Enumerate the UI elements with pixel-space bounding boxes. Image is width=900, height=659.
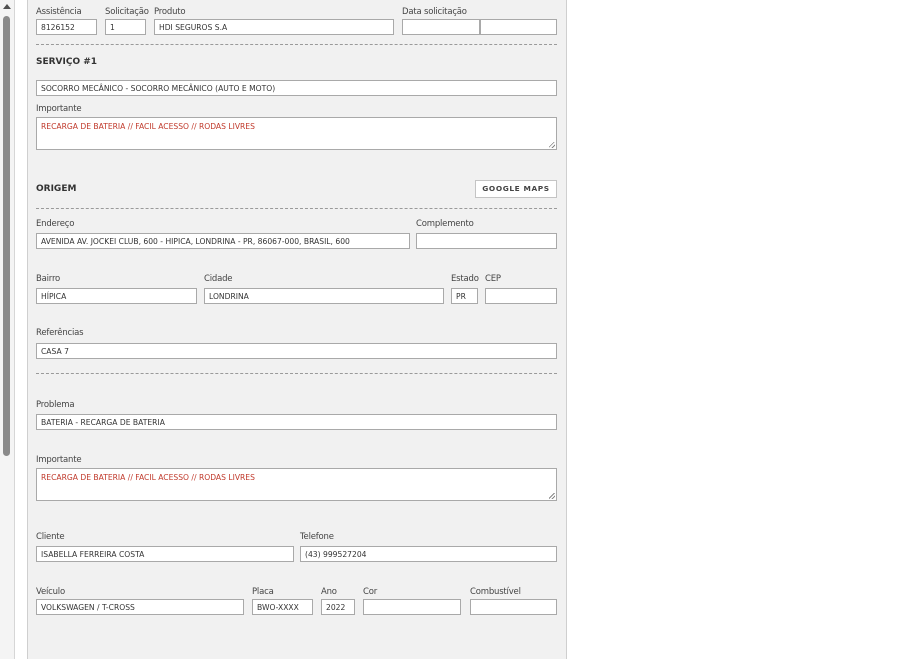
solicitacao-label: Solicitação (105, 7, 149, 17)
assistencia-label: Assistência (36, 7, 82, 17)
solicitacao-field[interactable]: 1 (105, 19, 146, 35)
veiculo-field[interactable]: VOLKSWAGEN / T-CROSS (36, 599, 244, 615)
data-solicitacao-time-field[interactable] (480, 19, 557, 35)
scroll-thumb[interactable] (3, 16, 10, 456)
produto-label: Produto (154, 7, 186, 17)
cep-label: CEP (485, 274, 501, 284)
data-solicitacao-date-field[interactable] (402, 19, 480, 35)
problema-importante-text: RECARGA DE BATERIA // FACIL ACESSO // RO… (41, 473, 255, 482)
endereco-field[interactable]: AVENIDA AV. JOCKEI CLUB, 600 - HIPICA, L… (36, 233, 410, 249)
telefone-field[interactable]: (43) 999527204 (300, 546, 557, 562)
combustivel-label: Combustível (470, 587, 521, 597)
cliente-field[interactable]: ISABELLA FERREIRA COSTA (36, 546, 294, 562)
servico-importante-text: RECARGA DE BATERIA // FACIL ACESSO // RO… (41, 122, 255, 131)
section-divider (36, 373, 557, 374)
servico-title: SERVIÇO #1 (36, 57, 98, 67)
cor-label: Cor (363, 587, 378, 597)
problema-importante-label: Importante (36, 455, 82, 465)
data-solicitacao-label: Data solicitação (402, 7, 467, 17)
referencias-field[interactable]: CASA 7 (36, 343, 557, 359)
ano-label: Ano (321, 587, 337, 597)
section-divider (36, 208, 557, 209)
google-maps-button[interactable]: GOOGLE MAPS (475, 180, 557, 198)
endereco-label: Endereço (36, 219, 75, 229)
cliente-label: Cliente (36, 532, 65, 542)
veiculo-label: Veículo (36, 587, 65, 597)
section-divider (36, 44, 557, 45)
bairro-label: Bairro (36, 274, 61, 284)
complemento-label: Complemento (416, 219, 474, 229)
servico-description-field[interactable]: SOCORRO MECÂNICO - SOCORRO MECÂNICO (AUT… (36, 80, 557, 96)
ano-field[interactable]: 2022 (321, 599, 355, 615)
scroll-up-arrow-icon[interactable] (3, 4, 11, 9)
cidade-label: Cidade (204, 274, 233, 284)
problema-importante-textarea[interactable]: RECARGA DE BATERIA // FACIL ACESSO // RO… (36, 468, 557, 501)
problema-label: Problema (36, 400, 75, 410)
complemento-field[interactable] (416, 233, 557, 249)
servico-importante-textarea[interactable]: RECARGA DE BATERIA // FACIL ACESSO // RO… (36, 117, 557, 150)
estado-field[interactable]: PR (451, 288, 478, 304)
cidade-field[interactable]: LONDRINA (204, 288, 444, 304)
problema-field[interactable]: BATERIA - RECARGA DE BATERIA (36, 414, 557, 430)
referencias-label: Referências (36, 328, 84, 338)
cep-field[interactable] (485, 288, 557, 304)
resize-grip-icon[interactable] (549, 493, 555, 499)
combustivel-field[interactable] (470, 599, 557, 615)
telefone-label: Telefone (300, 532, 334, 542)
produto-field[interactable]: HDI SEGUROS S.A (154, 19, 394, 35)
origem-title: ORIGEM (36, 184, 77, 194)
servico-importante-label: Importante (36, 104, 82, 114)
placa-field[interactable]: BWO-XXXX (252, 599, 313, 615)
estado-label: Estado (451, 274, 479, 284)
vertical-scrollbar[interactable] (0, 0, 15, 659)
resize-grip-icon[interactable] (549, 142, 555, 148)
placa-label: Placa (252, 587, 274, 597)
cor-field[interactable] (363, 599, 461, 615)
bairro-field[interactable]: HÍPICA (36, 288, 197, 304)
assistencia-field[interactable]: 8126152 (36, 19, 97, 35)
